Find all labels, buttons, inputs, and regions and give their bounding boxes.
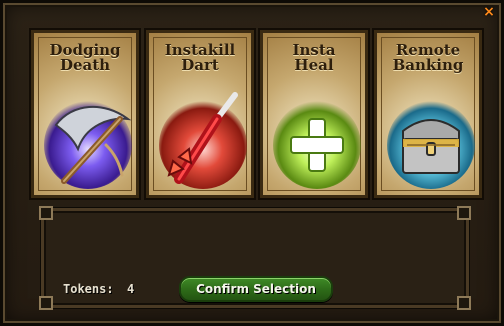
card-title: Remote Banking bbox=[377, 43, 479, 73]
card-title-line2: Heal bbox=[294, 56, 334, 74]
card-title-line2: Banking bbox=[392, 56, 464, 74]
card-title: Instakill Dart bbox=[149, 43, 251, 73]
card-title: Dodging Death bbox=[34, 43, 136, 73]
scythe-icon bbox=[44, 101, 132, 189]
card-title-line2: Dart bbox=[181, 56, 219, 74]
confirm-selection-button[interactable]: Confirm Selection bbox=[179, 276, 333, 302]
panel-corner-ornament bbox=[457, 296, 471, 310]
card-title-line2: Death bbox=[59, 56, 111, 74]
tokens-label: Tokens: bbox=[63, 282, 114, 296]
panel-corner-ornament bbox=[39, 296, 53, 310]
card-title: Insta Heal bbox=[263, 43, 365, 73]
close-icon[interactable]: × bbox=[482, 5, 496, 19]
treasure-chest-icon bbox=[387, 101, 475, 189]
card-instakill-dart[interactable]: Instakill Dart bbox=[144, 28, 256, 200]
heal-cross-icon bbox=[273, 101, 361, 189]
dart-icon bbox=[159, 92, 247, 189]
panel-corner-ornament bbox=[39, 206, 53, 220]
card-insta-heal[interactable]: Insta Heal bbox=[258, 28, 370, 200]
card-dodging-death[interactable]: Dodging Death bbox=[29, 28, 141, 200]
panel-corner-ornament bbox=[457, 206, 471, 220]
tokens-value: 4 bbox=[127, 282, 135, 296]
card-remote-banking[interactable]: Remote Banking bbox=[372, 28, 484, 200]
ability-selection-window: × Dodging Death Instakill Dart Insta Hea… bbox=[0, 0, 504, 326]
